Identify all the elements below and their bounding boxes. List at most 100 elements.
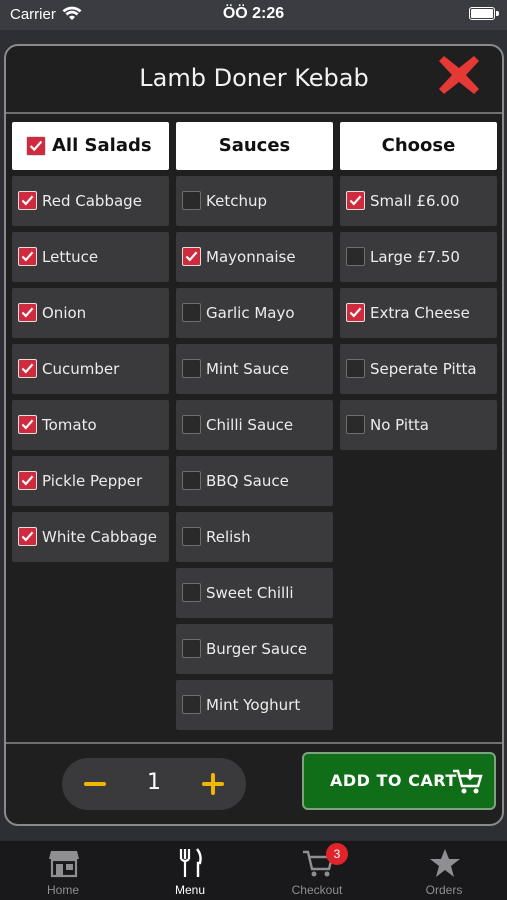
option-row[interactable]: White Cabbage: [12, 512, 169, 562]
option-checkbox[interactable]: [182, 247, 201, 266]
option-label: Burger Sauce: [206, 640, 308, 658]
option-label: Garlic Mayo: [206, 304, 295, 322]
option-row[interactable]: Cucumber: [12, 344, 169, 394]
option-row[interactable]: Mint Yoghurt: [176, 680, 333, 730]
modal-footer: 1 ADD TO CART: [6, 742, 502, 824]
quantity-stepper: 1: [62, 758, 246, 810]
option-label: Cucumber: [42, 360, 120, 378]
option-checkbox[interactable]: [182, 639, 201, 658]
options-columns: All Salads Red Cabbage Lettuce Onion Cucumb…: [6, 116, 502, 742]
sauces-options: Ketchup Mayonnaise Garlic Mayo Mint Sauce Ch…: [176, 176, 333, 730]
option-label: Mint Yoghurt: [206, 696, 301, 714]
increase-quantity-button[interactable]: [202, 773, 224, 795]
option-label: White Cabbage: [42, 528, 158, 546]
option-label: Ketchup: [206, 192, 267, 210]
option-row[interactable]: Burger Sauce: [176, 624, 333, 674]
tab-orders[interactable]: Orders: [381, 841, 507, 900]
option-row[interactable]: Seperate Pitta: [340, 344, 497, 394]
option-row[interactable]: Small £6.00: [340, 176, 497, 226]
close-icon[interactable]: [436, 52, 482, 98]
option-row[interactable]: Relish: [176, 512, 333, 562]
choose-options: Small £6.00 Large £7.50 Extra Cheese Sepera…: [340, 176, 497, 450]
modal-title: Lamb Doner Kebab: [139, 64, 369, 92]
option-row[interactable]: Pickle Pepper: [12, 456, 169, 506]
option-checkbox[interactable]: [346, 247, 365, 266]
status-time: ÖÖ 2:26: [222, 5, 285, 22]
tab-bar: Home Menu 3 Checkout Orders: [0, 840, 507, 900]
all-salads-header[interactable]: All Salads: [12, 122, 169, 170]
option-checkbox[interactable]: [18, 471, 37, 490]
option-row[interactable]: Sweet Chilli: [176, 568, 333, 618]
option-checkbox[interactable]: [182, 471, 201, 490]
checkout-badge: 3: [326, 843, 348, 865]
option-row[interactable]: No Pitta: [340, 400, 497, 450]
option-row[interactable]: Lettuce: [12, 232, 169, 282]
star-icon: [430, 849, 460, 877]
sauces-header: Sauces: [176, 122, 333, 170]
add-to-cart-button[interactable]: ADD TO CART: [302, 752, 496, 810]
salads-column: All Salads Red Cabbage Lettuce Onion Cucumb…: [12, 116, 169, 568]
option-row[interactable]: Onion: [12, 288, 169, 338]
tab-label: Menu: [174, 883, 206, 897]
add-to-cart-label: ADD TO CART: [330, 771, 457, 790]
salads-options: Red Cabbage Lettuce Onion Cucumber Tomato Pic…: [12, 176, 169, 562]
battery-icon: [469, 7, 495, 20]
option-label: Tomato: [42, 416, 97, 434]
option-checkbox[interactable]: [182, 527, 201, 546]
option-row[interactable]: Chilli Sauce: [176, 400, 333, 450]
option-checkbox[interactable]: [18, 527, 37, 546]
option-checkbox[interactable]: [18, 359, 37, 378]
option-row[interactable]: Large £7.50: [340, 232, 497, 282]
store-icon: [49, 851, 79, 878]
battery-tip: [496, 11, 499, 16]
option-label: Pickle Pepper: [42, 472, 143, 490]
all-salads-checkbox[interactable]: [26, 136, 46, 156]
option-checkbox[interactable]: [182, 303, 201, 322]
option-label: BBQ Sauce: [206, 472, 289, 490]
option-label: Sweet Chilli: [206, 584, 294, 602]
option-label: Relish: [206, 528, 251, 546]
option-label: No Pitta: [370, 416, 430, 434]
tab-checkout[interactable]: 3 Checkout: [254, 841, 380, 900]
option-label: Extra Cheese: [370, 304, 470, 322]
option-checkbox[interactable]: [182, 583, 201, 602]
choose-header: Choose: [340, 122, 497, 170]
option-checkbox[interactable]: [346, 191, 365, 210]
option-label: Large £7.50: [370, 248, 460, 266]
option-row[interactable]: Tomato: [12, 400, 169, 450]
option-label: Small £6.00: [370, 192, 460, 210]
option-checkbox[interactable]: [18, 247, 37, 266]
option-row[interactable]: Extra Cheese: [340, 288, 497, 338]
tab-home[interactable]: Home: [0, 841, 126, 900]
tab-label: Checkout: [291, 883, 343, 897]
option-checkbox[interactable]: [182, 695, 201, 714]
option-row[interactable]: Mint Sauce: [176, 344, 333, 394]
option-label: Onion: [42, 304, 87, 322]
option-checkbox[interactable]: [346, 415, 365, 434]
all-salads-label: All Salads: [52, 135, 152, 156]
choose-column: Choose Small £6.00 Large £7.50 Extra Chees…: [340, 116, 497, 456]
item-options-modal: Lamb Doner Kebab All Salads Red Cabbage L…: [4, 44, 504, 826]
option-label: Mint Sauce: [206, 360, 289, 378]
option-row[interactable]: BBQ Sauce: [176, 456, 333, 506]
modal-header: Lamb Doner Kebab: [6, 46, 502, 114]
option-row[interactable]: Mayonnaise: [176, 232, 333, 282]
option-checkbox[interactable]: [346, 359, 365, 378]
option-checkbox[interactable]: [182, 191, 201, 210]
option-checkbox[interactable]: [346, 303, 365, 322]
add-cart-icon: [453, 769, 483, 794]
tab-label: Orders: [425, 883, 463, 897]
option-row[interactable]: Ketchup: [176, 176, 333, 226]
option-checkbox[interactable]: [18, 303, 37, 322]
option-label: Lettuce: [42, 248, 99, 266]
option-checkbox[interactable]: [182, 415, 201, 434]
option-checkbox[interactable]: [182, 359, 201, 378]
option-label: Chilli Sauce: [206, 416, 294, 434]
option-label: Red Cabbage: [42, 192, 142, 210]
sauces-column: Sauces Ketchup Mayonnaise Garlic Mayo Mint …: [176, 116, 333, 736]
option-checkbox[interactable]: [18, 415, 37, 434]
option-checkbox[interactable]: [18, 191, 37, 210]
option-row[interactable]: Red Cabbage: [12, 176, 169, 226]
tab-menu[interactable]: Menu: [127, 841, 253, 900]
option-row[interactable]: Garlic Mayo: [176, 288, 333, 338]
